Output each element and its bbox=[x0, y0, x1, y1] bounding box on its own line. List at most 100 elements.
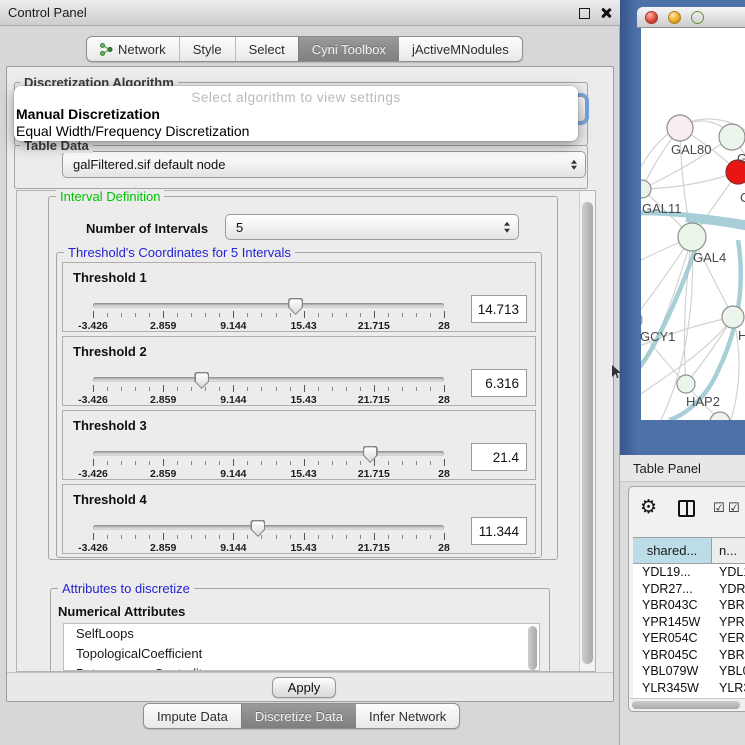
list-item[interactable]: TopologicalCoefficient bbox=[64, 644, 539, 664]
table-cell[interactable]: YLR3 bbox=[712, 680, 745, 697]
network-node[interactable] bbox=[722, 306, 744, 328]
dropdown-option-equal-width[interactable]: Equal Width/Frequency Discretization bbox=[16, 123, 249, 139]
slider-track[interactable] bbox=[93, 377, 444, 382]
checkbox-icon[interactable]: ☑ bbox=[713, 502, 725, 515]
list-item[interactable]: BetweennessCentrality bbox=[64, 664, 539, 671]
control-panel-titlebar[interactable]: Control Panel bbox=[0, 0, 620, 26]
list-scrollbar-thumb[interactable] bbox=[528, 626, 537, 670]
tab-jactivemnodules[interactable]: jActiveMNodules bbox=[399, 37, 522, 61]
network-node[interactable] bbox=[678, 223, 706, 251]
table-cell[interactable]: YDL1 bbox=[712, 564, 745, 581]
numerical-attributes-label: Numerical Attributes bbox=[58, 604, 185, 619]
table-data-value: galFiltered.sif default node bbox=[73, 157, 225, 172]
column-split-icon[interactable] bbox=[678, 500, 695, 517]
tab-style[interactable]: Style bbox=[179, 37, 235, 61]
network-graph[interactable]: GAL80 G C GAL11 GAL4 GCY1 H HAP2 bbox=[641, 28, 745, 420]
number-of-intervals-combobox[interactable]: 5 bbox=[225, 214, 519, 240]
threshold-4-value-field[interactable]: 11.344 bbox=[471, 517, 527, 545]
slider-tick-labels: -3.4262.8599.14415.4321.71528 bbox=[93, 542, 444, 554]
column-header-name[interactable]: n... bbox=[712, 538, 745, 563]
table-row[interactable]: YBR043CYBR0 bbox=[633, 597, 745, 614]
threshold-2-value-field[interactable]: 6.316 bbox=[471, 369, 527, 397]
table-cell[interactable]: YPR145W bbox=[633, 614, 712, 631]
network-node[interactable] bbox=[667, 115, 693, 141]
slider-track[interactable] bbox=[93, 525, 444, 530]
window-title: Control Panel bbox=[8, 5, 87, 20]
table-cell[interactable]: YPR1 bbox=[712, 614, 745, 631]
table-hscrollbar-track[interactable] bbox=[630, 698, 745, 709]
threshold-4-slider[interactable]: -3.4262.8599.14415.4321.71528 bbox=[93, 519, 444, 555]
table-row[interactable]: YBL079WYBL0 bbox=[633, 663, 745, 680]
table-hscrollbar-thumb[interactable] bbox=[632, 701, 740, 709]
table-cell[interactable]: YDL19... bbox=[633, 564, 712, 581]
tab-select[interactable]: Select bbox=[235, 37, 298, 61]
slider-ticks bbox=[93, 458, 444, 467]
slider-track[interactable] bbox=[93, 303, 444, 308]
threshold-3-slider[interactable]: -3.4262.8599.14415.4321.71528 bbox=[93, 445, 444, 481]
stepper-arrows-icon bbox=[504, 222, 510, 233]
threshold-4-label: Threshold 4 bbox=[73, 492, 147, 507]
table-row[interactable]: YDL19...YDL1 bbox=[633, 564, 745, 581]
table-cell[interactable]: YBL079W bbox=[633, 663, 712, 680]
apply-button[interactable]: Apply bbox=[272, 677, 336, 698]
threshold-3-label: Threshold 3 bbox=[73, 418, 147, 433]
threshold-2-slider[interactable]: -3.4262.8599.14415.4321.71528 bbox=[93, 371, 444, 407]
list-item[interactable]: SelfLoops bbox=[64, 624, 539, 644]
threshold-4-box: Threshold 4 -3.4262.8599.14415.4321.7152… bbox=[62, 484, 536, 554]
numerical-attributes-list: SelfLoops TopologicalCoefficient Between… bbox=[63, 623, 540, 671]
network-node[interactable] bbox=[677, 375, 695, 393]
table-cell[interactable]: YDR27... bbox=[633, 581, 712, 598]
network-canvas[interactable]: GAL80 G C GAL11 GAL4 GCY1 H HAP2 bbox=[641, 28, 745, 420]
tab-impute-data[interactable]: Impute Data bbox=[144, 704, 241, 728]
minimize-traffic-light-icon[interactable] bbox=[668, 11, 681, 24]
table-panel-header[interactable]: Table Panel bbox=[620, 455, 745, 482]
table-cell[interactable]: YER0 bbox=[712, 630, 745, 647]
table-cell[interactable]: YER054C bbox=[633, 630, 712, 647]
table-panel-title: Table Panel bbox=[633, 461, 701, 476]
gear-icon[interactable]: ⚙ bbox=[640, 498, 657, 517]
dropdown-hint: Select algorithm to view settings bbox=[14, 90, 578, 105]
table-cell[interactable]: YBR0 bbox=[712, 647, 745, 664]
slider-track[interactable] bbox=[93, 451, 444, 456]
table-data-combobox[interactable]: galFiltered.sif default node bbox=[62, 151, 586, 178]
table-row[interactable]: YPR145WYPR1 bbox=[633, 614, 745, 631]
column-header-shared[interactable]: shared... bbox=[633, 538, 712, 563]
table-row[interactable]: YLR345WYLR3 bbox=[633, 680, 745, 697]
table-row[interactable]: YER054CYER0 bbox=[633, 630, 745, 647]
close-icon[interactable] bbox=[599, 5, 613, 21]
table-cell[interactable]: YLR345W bbox=[633, 680, 712, 697]
threshold-1-slider[interactable]: -3.4262.8599.14415.4321.71528 bbox=[93, 297, 444, 333]
table-cell[interactable]: YBR043C bbox=[633, 597, 712, 614]
checkbox-icon[interactable]: ☑ bbox=[728, 502, 740, 515]
dropdown-option-manual[interactable]: Manual Discretization bbox=[16, 106, 160, 122]
tab-cyni-toolbox[interactable]: Cyni Toolbox bbox=[298, 37, 399, 61]
float-window-icon[interactable] bbox=[579, 8, 590, 19]
tab-label: Network bbox=[118, 42, 166, 57]
tab-discretize-data[interactable]: Discretize Data bbox=[241, 704, 356, 728]
table-cell[interactable]: YBL0 bbox=[712, 663, 745, 680]
table-cell[interactable]: YBR0 bbox=[712, 597, 745, 614]
threshold-3-value-field[interactable]: 21.4 bbox=[471, 443, 527, 471]
tab-network[interactable]: Network bbox=[87, 37, 179, 61]
algorithm-dropdown-popup: Select algorithm to view settings Manual… bbox=[14, 86, 578, 141]
threshold-1-value-field[interactable]: 14.713 bbox=[471, 295, 527, 323]
zoom-traffic-light-icon[interactable] bbox=[691, 11, 704, 24]
slider-tick-labels: -3.4262.8599.14415.4321.71528 bbox=[93, 394, 444, 406]
panel-scrollbar-thumb[interactable] bbox=[582, 202, 593, 664]
table-row[interactable]: YDR27...YDR2 bbox=[633, 581, 745, 598]
table-cell[interactable]: YDR2 bbox=[712, 581, 745, 598]
table-row[interactable]: YBR045CYBR0 bbox=[633, 647, 745, 664]
stepper-arrows-icon bbox=[571, 159, 577, 170]
close-traffic-light-icon[interactable] bbox=[645, 11, 658, 24]
threshold-2-label: Threshold 2 bbox=[73, 344, 147, 359]
bottom-tabbar: Impute Data Discretize Data Infer Networ… bbox=[143, 703, 460, 729]
number-of-intervals-value: 5 bbox=[236, 220, 243, 235]
threshold-1-box: Threshold 1 -3.4262.8599.14415.4321.7152… bbox=[62, 262, 536, 332]
top-tabbar: Network Style Select Cyni Toolbox jActiv… bbox=[86, 36, 523, 62]
network-node[interactable] bbox=[719, 124, 745, 150]
slider-ticks bbox=[93, 532, 444, 541]
tab-infer-network[interactable]: Infer Network bbox=[356, 704, 459, 728]
network-window-titlebar[interactable] bbox=[637, 7, 745, 28]
table-cell[interactable]: YBR045C bbox=[633, 647, 712, 664]
network-node[interactable] bbox=[641, 311, 642, 329]
